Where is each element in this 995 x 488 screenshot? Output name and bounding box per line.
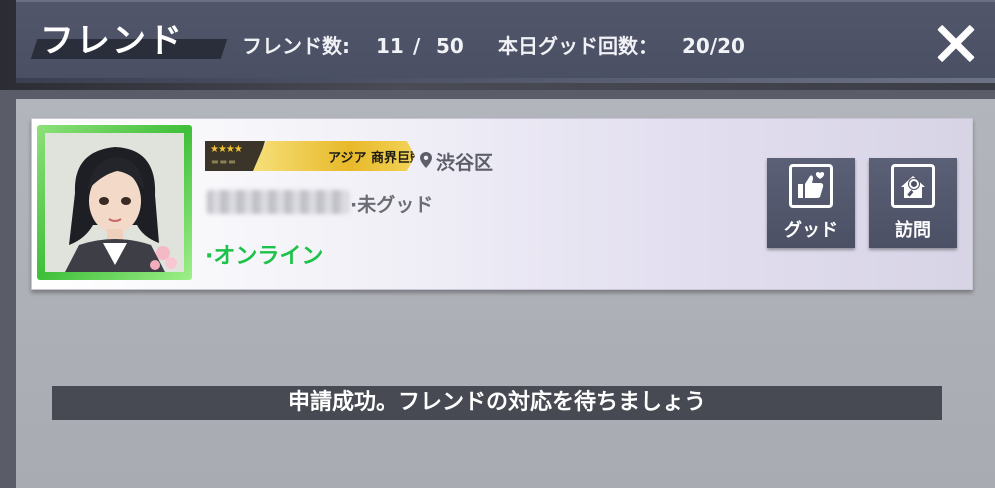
friend-count-max: 50 <box>436 34 464 58</box>
visit-button-label: 訪問 <box>895 220 931 241</box>
location-text: 渋谷区 <box>436 152 494 174</box>
page-title-wrap: フレンド <box>26 19 228 63</box>
badge-emblem: ▬▬▬ <box>211 157 237 166</box>
avatar <box>45 133 184 272</box>
friend-count-current: 11 <box>376 34 404 58</box>
thumbs-up-icon <box>789 164 833 208</box>
house-search-icon <box>891 164 935 208</box>
avatar-frame[interactable] <box>37 125 192 280</box>
friend-name-redacted <box>207 190 349 214</box>
toast-message: 申請成功。フレンドの対応を待ちましょう <box>52 386 942 420</box>
daily-good-value: 20/20 <box>682 34 745 58</box>
daily-good-label: 本日グッド回数： <box>498 34 658 58</box>
visit-button[interactable]: 訪問 <box>869 158 957 248</box>
good-button[interactable]: グッド <box>767 158 855 248</box>
good-button-label: グッド <box>784 220 838 241</box>
title-badge-plate: アジア 商界巨頭 <box>253 141 415 171</box>
title-badge: ★★★★ ▬▬▬ アジア 商界巨頭 <box>205 141 415 171</box>
header-accent <box>16 78 995 83</box>
good-status: ·未グッド <box>350 194 434 216</box>
location-pin-icon <box>420 152 432 168</box>
friend-count-label: フレンド数: <box>242 34 350 58</box>
page-title: フレンド <box>40 21 184 61</box>
online-status: ·オンライン <box>205 244 324 269</box>
close-button[interactable] <box>935 22 977 64</box>
friend-count-separator: / <box>413 34 421 58</box>
star-rating-icon: ★★★★ <box>210 144 243 155</box>
title-badge-text: アジア 商界巨頭 <box>328 151 424 166</box>
